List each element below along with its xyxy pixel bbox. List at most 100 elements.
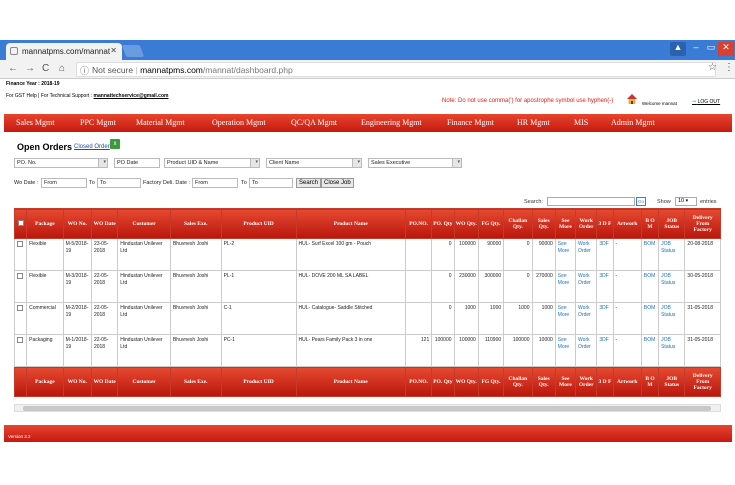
nav-admin-mgmt[interactable]: Admin Mgmt bbox=[611, 118, 655, 127]
col-header[interactable]: See More bbox=[554, 208, 577, 239]
col-header[interactable]: Product Name bbox=[295, 208, 406, 239]
scrollbar-thumb[interactable] bbox=[23, 406, 711, 411]
col-header[interactable]: WO Qty. bbox=[453, 208, 479, 239]
wo-date-from-input[interactable]: From bbox=[41, 178, 87, 188]
col-header[interactable]: Sales Exe. bbox=[169, 208, 222, 239]
url-input[interactable]: ⓘ Not secure | mannatpms.com/mannat/dash… bbox=[76, 62, 716, 77]
table-link-cell[interactable]: See More bbox=[554, 334, 577, 367]
col-header[interactable]: WO No. bbox=[62, 208, 92, 239]
table-link-cell[interactable]: See More bbox=[554, 238, 577, 271]
col-header[interactable]: B O M bbox=[640, 208, 660, 239]
table-link-cell[interactable]: Work Order bbox=[575, 302, 598, 335]
table-cell: Bhuvnesh Joshi bbox=[169, 334, 222, 367]
col-header[interactable]: Challan Qty. bbox=[503, 208, 533, 239]
entries-select[interactable]: 10 ▾ bbox=[675, 197, 697, 206]
row-select-cell[interactable] bbox=[13, 238, 28, 271]
col-header[interactable]: Product UID bbox=[220, 208, 297, 239]
table-link-cell[interactable]: BOM bbox=[640, 302, 660, 335]
client-name-select[interactable]: Client Name ▾ bbox=[266, 158, 362, 168]
table-link-cell[interactable]: 3DF bbox=[596, 270, 614, 303]
close-job-button[interactable]: Close Job bbox=[321, 178, 354, 188]
search-input[interactable] bbox=[547, 197, 635, 206]
row-checkbox[interactable] bbox=[17, 273, 23, 279]
nav-finance-mgmt[interactable]: Finance Mgmt bbox=[447, 118, 494, 127]
close-window-button[interactable]: ✕ bbox=[718, 42, 734, 56]
sales-executive-select[interactable]: Sales Executive ▾ bbox=[368, 158, 462, 168]
col-header[interactable]: Customer bbox=[117, 208, 171, 239]
product-uid-select[interactable]: Product UID & Name ▾ bbox=[164, 158, 260, 168]
factory-date-from-input[interactable]: From bbox=[192, 178, 238, 188]
col-header[interactable]: Delivery From Factory bbox=[684, 208, 721, 239]
horizontal-scrollbar[interactable] bbox=[14, 404, 721, 412]
user-profile-icon[interactable]: ▲ bbox=[670, 42, 686, 56]
po-date-input[interactable]: PO Date bbox=[114, 158, 160, 168]
table-link-cell[interactable]: See More bbox=[554, 270, 577, 303]
table-cell: 121 bbox=[404, 334, 433, 367]
row-select-cell[interactable] bbox=[13, 334, 28, 367]
row-checkbox[interactable] bbox=[17, 241, 23, 247]
table-link-cell[interactable]: 3DF bbox=[596, 302, 614, 335]
col-header[interactable]: FG Qty. bbox=[477, 208, 505, 239]
row-checkbox[interactable] bbox=[17, 337, 23, 343]
reload-icon[interactable]: C bbox=[42, 63, 49, 74]
col-header[interactable]: Work Order bbox=[575, 208, 598, 239]
row-checkbox[interactable] bbox=[17, 305, 23, 311]
col-header[interactable]: 3 D F bbox=[596, 208, 614, 239]
support-email-link[interactable]: mannattechservice@gmail.com bbox=[94, 93, 169, 99]
table-link-cell[interactable]: JOB Status bbox=[658, 238, 686, 271]
table-link-cell[interactable]: JOB Status bbox=[658, 334, 686, 367]
col-header[interactable]: PO.NO. bbox=[404, 208, 433, 239]
table-link-cell[interactable]: 3DF bbox=[596, 334, 614, 367]
logout-link[interactable]: ⇒ LOG OUT bbox=[692, 99, 720, 105]
go-button[interactable]: Go bbox=[636, 197, 646, 206]
table-link-cell[interactable]: Work Order bbox=[575, 334, 598, 367]
table-link-cell[interactable]: JOB Status bbox=[658, 302, 686, 335]
excel-export-icon[interactable]: x bbox=[110, 139, 120, 149]
col-header[interactable]: Package bbox=[26, 208, 64, 239]
col-footer: Sales Qty. bbox=[531, 366, 556, 397]
info-icon: ⓘ bbox=[80, 66, 90, 76]
maximize-button[interactable]: ▭ bbox=[704, 42, 718, 56]
back-arrow-icon[interactable]: ← bbox=[8, 63, 18, 74]
forward-arrow-icon[interactable]: → bbox=[25, 63, 35, 74]
row-select-cell[interactable] bbox=[13, 302, 28, 335]
nav-qcqa-mgmt[interactable]: QC/QA Mgmt bbox=[291, 118, 337, 127]
nav-mis[interactable]: MIS bbox=[574, 118, 588, 127]
table-link-cell[interactable]: 3DF bbox=[596, 238, 614, 271]
nav-sales-mgmt[interactable]: Sales Mgmt bbox=[16, 118, 54, 127]
nav-hr-mgmt[interactable]: HR Mgmt bbox=[517, 118, 550, 127]
closed-order-link[interactable]: Closed Order bbox=[74, 144, 110, 150]
star-icon[interactable]: ☆ bbox=[708, 62, 717, 73]
po-no-select[interactable]: PO. No. ▾ bbox=[14, 158, 108, 168]
minimize-button[interactable]: – bbox=[689, 42, 703, 56]
home-icon[interactable]: ⌂ bbox=[59, 63, 65, 74]
factory-date-to-input[interactable]: To bbox=[249, 178, 293, 188]
table-link-cell[interactable]: Work Order bbox=[575, 238, 598, 271]
col-header[interactable]: PO. Qty bbox=[431, 208, 455, 239]
col-header[interactable]: JOB Status bbox=[658, 208, 686, 239]
nav-material-mgmt[interactable]: Material Mgmt bbox=[136, 118, 185, 127]
col-header[interactable]: Artwork bbox=[612, 208, 642, 239]
nav-operation-mgmt[interactable]: Operation Mgmt bbox=[212, 118, 266, 127]
table-link-cell[interactable]: See More bbox=[554, 302, 577, 335]
col-header[interactable]: Sales Qty. bbox=[531, 208, 556, 239]
table-link-cell[interactable]: BOM bbox=[640, 238, 660, 271]
wo-date-to-input[interactable]: To bbox=[97, 178, 141, 188]
col-header[interactable]: WO Date bbox=[90, 208, 119, 239]
nav-engineering-mgmt[interactable]: Engineering Mgmt bbox=[361, 118, 422, 127]
table-link-cell[interactable]: JOB Status bbox=[658, 270, 686, 303]
table-link-cell[interactable]: Work Order bbox=[575, 270, 598, 303]
table-link-cell[interactable]: BOM bbox=[640, 334, 660, 367]
nav-ppc-mgmt[interactable]: PPC Mgmt bbox=[80, 118, 116, 127]
table-cell: 100000 bbox=[453, 334, 479, 367]
search-button[interactable]: Search bbox=[296, 178, 322, 188]
table-link-cell[interactable]: BOM bbox=[640, 270, 660, 303]
url-domain: mannatpms.com bbox=[140, 65, 203, 75]
tab-close-icon[interactable]: ✕ bbox=[110, 46, 117, 55]
select-all-header[interactable] bbox=[13, 208, 28, 239]
row-select-cell[interactable] bbox=[13, 270, 28, 303]
new-tab-button[interactable] bbox=[121, 45, 145, 57]
kebab-menu-icon[interactable]: ⋮ bbox=[724, 62, 734, 73]
select-all-checkbox[interactable] bbox=[17, 219, 24, 226]
browser-tab[interactable]: mannatpms.com/mannat ✕ bbox=[6, 43, 122, 60]
